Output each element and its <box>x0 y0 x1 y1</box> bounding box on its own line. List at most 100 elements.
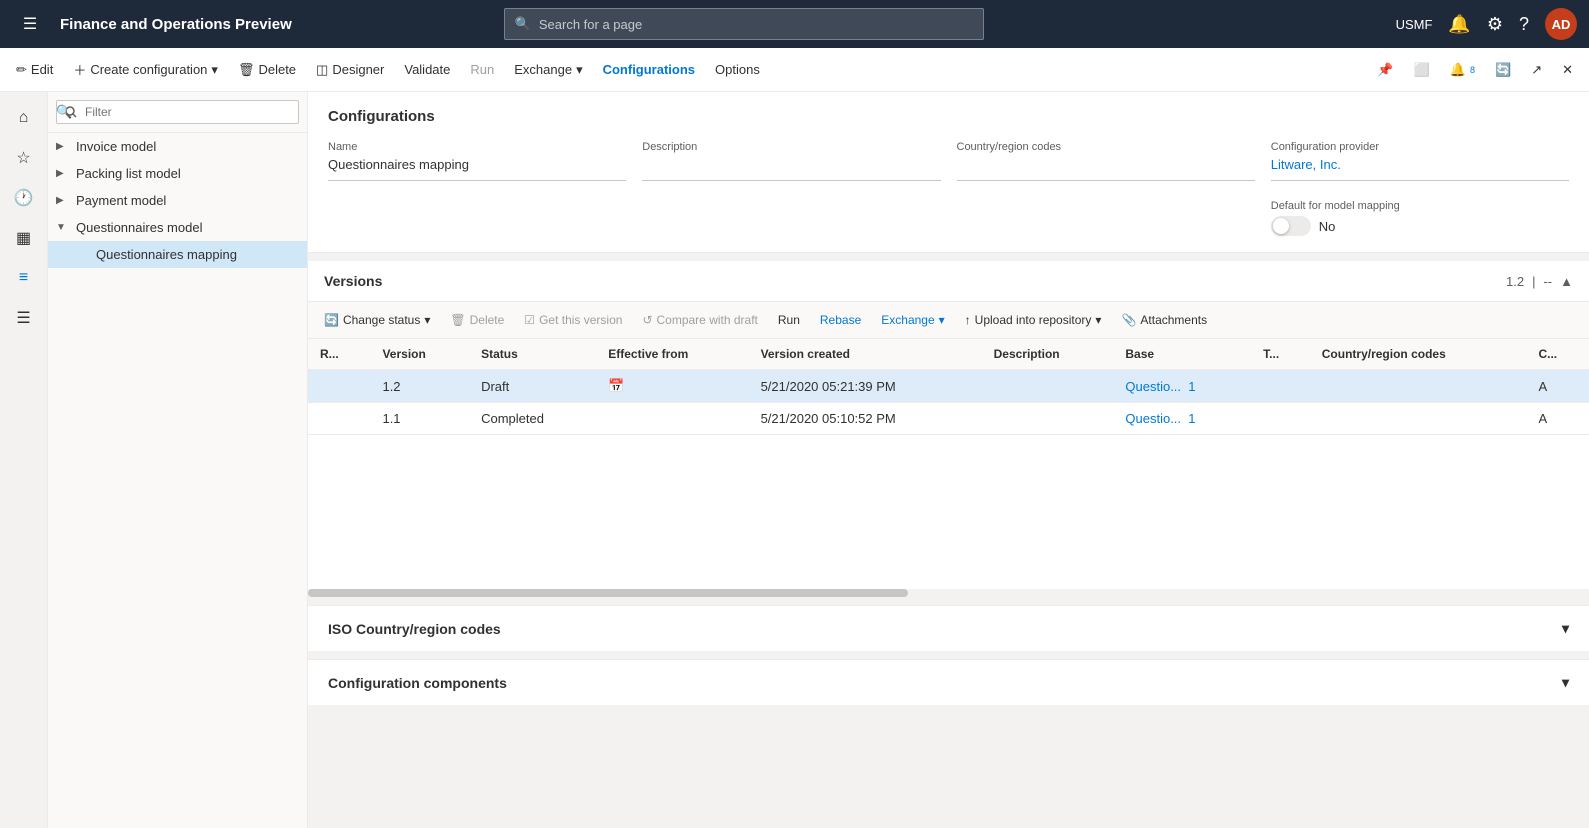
compare-with-draft-button[interactable]: ↺ Compare with draft <box>634 308 765 332</box>
help-icon[interactable]: ? <box>1519 14 1529 35</box>
home-icon[interactable]: ⌂ <box>6 100 42 136</box>
upload-repository-button[interactable]: ↑ Upload into repository ▾ <box>957 308 1110 332</box>
col-country: Country/region codes <box>1310 339 1527 370</box>
favorites-icon[interactable]: ☆ <box>6 140 42 176</box>
filter-icon[interactable]: ≡ <box>6 260 42 296</box>
command-bar-right: 📌 ⬜ 🔔8 🔄 ↗ ✕ <box>1369 56 1581 84</box>
tree-item-label: Questionnaires mapping <box>96 247 237 262</box>
version-dash: -- <box>1543 274 1552 289</box>
tree-item-packing-list-model[interactable]: ▶ Packing list model <box>48 160 307 187</box>
create-configuration-button[interactable]: ＋ Create configuration ▾ <box>65 54 226 85</box>
default-mapping-label: Default for model mapping <box>1271 200 1400 212</box>
compare-icon: ↺ <box>642 313 652 327</box>
versions-table-wrapper: R... Version Status Effective from Versi… <box>308 339 1589 435</box>
col-effective-from: Effective from <box>596 339 748 370</box>
table-row[interactable]: 1.2 Draft 📅 5/21/2020 05:21:39 PM Questi… <box>308 370 1589 403</box>
change-status-button[interactable]: 🔄 Change status ▾ <box>316 308 438 332</box>
tree-items: ▶ Invoice model ▶ Packing list model ▶ P… <box>48 133 307 828</box>
cell-base: Questio... 1 <box>1113 370 1251 403</box>
provider-value[interactable]: Litware, Inc. <box>1271 157 1569 181</box>
designer-icon: ◫ <box>316 62 328 78</box>
config-components-accordion-header[interactable]: Configuration components ▾ <box>308 660 1589 705</box>
delete-button[interactable]: 🗑 Delete <box>230 56 304 84</box>
search-placeholder: Search for a page <box>539 17 642 32</box>
base-link[interactable]: Questio... <box>1125 379 1181 394</box>
cell-country <box>1310 370 1527 403</box>
close-button[interactable]: ✕ <box>1554 56 1581 84</box>
designer-button[interactable]: ◫ Designer <box>308 56 392 84</box>
exchange-button[interactable]: Exchange ▾ <box>506 56 590 84</box>
fullscreen-button[interactable]: ⬜ <box>1406 56 1438 84</box>
collapse-icon[interactable]: ▲ <box>1560 274 1573 289</box>
provider-field: Configuration provider Litware, Inc. Def… <box>1271 141 1569 236</box>
name-field: Name Questionnaires mapping <box>328 141 626 181</box>
calendar-icon[interactable]: 📅 <box>608 378 624 393</box>
base-num-link[interactable]: 1 <box>1188 411 1195 426</box>
cell-effective-from <box>596 403 748 435</box>
versions-exchange-button[interactable]: Exchange ▾ <box>873 308 952 332</box>
attachments-button[interactable]: 📎 Attachments <box>1113 308 1215 332</box>
tree-item-questionnaires-model[interactable]: ▼ Questionnaires model <box>48 214 307 241</box>
tree-item-label: Invoice model <box>76 139 156 154</box>
chevron-right-icon: ▶ <box>56 168 72 179</box>
delete-icon: 🗑 <box>238 62 255 78</box>
table-row[interactable]: 1.1 Completed 5/21/2020 05:10:52 PM Ques… <box>308 403 1589 435</box>
cell-c: A <box>1526 370 1589 403</box>
content-area: Configurations Name Questionnaires mappi… <box>308 92 1589 828</box>
run-button[interactable]: Run <box>462 56 502 83</box>
edit-button[interactable]: ✏ Edit <box>8 56 61 84</box>
chevron-down-icon: ▾ <box>424 313 430 327</box>
col-version: Version <box>370 339 469 370</box>
list-icon[interactable]: ☰ <box>6 300 42 336</box>
delete-icon: 🗑 <box>450 313 465 327</box>
chevron-down-icon: ▾ <box>211 62 218 78</box>
cell-description <box>982 370 1114 403</box>
app-title: Finance and Operations Preview <box>60 16 292 33</box>
scrollbar-thumb[interactable] <box>308 589 908 597</box>
tree-item-payment-model[interactable]: ▶ Payment model <box>48 187 307 214</box>
versions-delete-button[interactable]: 🗑 Delete <box>442 308 512 332</box>
versions-run-button[interactable]: Run <box>770 308 808 332</box>
hamburger-menu-icon[interactable]: ☰ <box>12 6 48 42</box>
global-search-bar[interactable]: 🔍 Search for a page <box>504 8 984 40</box>
name-label: Name <box>328 141 626 153</box>
dashboard-icon[interactable]: ▦ <box>6 220 42 256</box>
get-this-version-button[interactable]: ☑ Get this version <box>516 308 630 332</box>
default-mapping-toggle[interactable] <box>1271 216 1311 236</box>
base-link[interactable]: Questio... <box>1125 411 1181 426</box>
notifications-button[interactable]: 🔔8 <box>1442 56 1483 84</box>
tree-item-invoice-model[interactable]: ▶ Invoice model <box>48 133 307 160</box>
cell-version-created: 5/21/2020 05:21:39 PM <box>749 370 982 403</box>
horizontal-scrollbar[interactable] <box>308 589 1589 597</box>
user-avatar[interactable]: AD <box>1545 8 1577 40</box>
recent-icon[interactable]: 🕐 <box>6 180 42 216</box>
change-status-icon: 🔄 <box>324 313 339 327</box>
notification-icon[interactable]: 🔔 <box>1448 14 1470 35</box>
versions-toolbar: 🔄 Change status ▾ 🗑 Delete ☑ Get this ve… <box>308 302 1589 339</box>
iso-accordion-header[interactable]: ISO Country/region codes ▾ <box>308 606 1589 651</box>
config-components-section: Configuration components ▾ <box>308 659 1589 705</box>
pin-button[interactable]: 📌 <box>1369 56 1401 84</box>
versions-title: Versions <box>324 273 382 289</box>
col-c: C... <box>1526 339 1589 370</box>
versions-header-right: 1.2 | -- ▲ <box>1506 274 1573 289</box>
country-field: Country/region codes <box>957 141 1255 181</box>
settings-icon[interactable]: ⚙ <box>1487 14 1503 35</box>
refresh-button[interactable]: 🔄 <box>1487 56 1519 84</box>
base-num-link[interactable]: 1 <box>1188 379 1195 394</box>
cell-r <box>308 370 370 403</box>
tree-filter-input[interactable] <box>56 100 299 124</box>
cell-status: Completed <box>469 403 596 435</box>
tree-item-questionnaires-mapping[interactable]: Questionnaires mapping <box>48 241 307 268</box>
options-button[interactable]: Options <box>707 56 768 83</box>
popout-button[interactable]: ↗ <box>1523 56 1550 84</box>
default-mapping-value: No <box>1319 219 1336 234</box>
rebase-button[interactable]: Rebase <box>812 308 869 332</box>
empty-space <box>308 435 1589 585</box>
iso-title: ISO Country/region codes <box>328 621 501 637</box>
description-value <box>642 157 940 181</box>
configurations-button[interactable]: Configurations <box>595 56 703 83</box>
name-value: Questionnaires mapping <box>328 157 626 181</box>
cell-r <box>308 403 370 435</box>
validate-button[interactable]: Validate <box>396 56 458 83</box>
